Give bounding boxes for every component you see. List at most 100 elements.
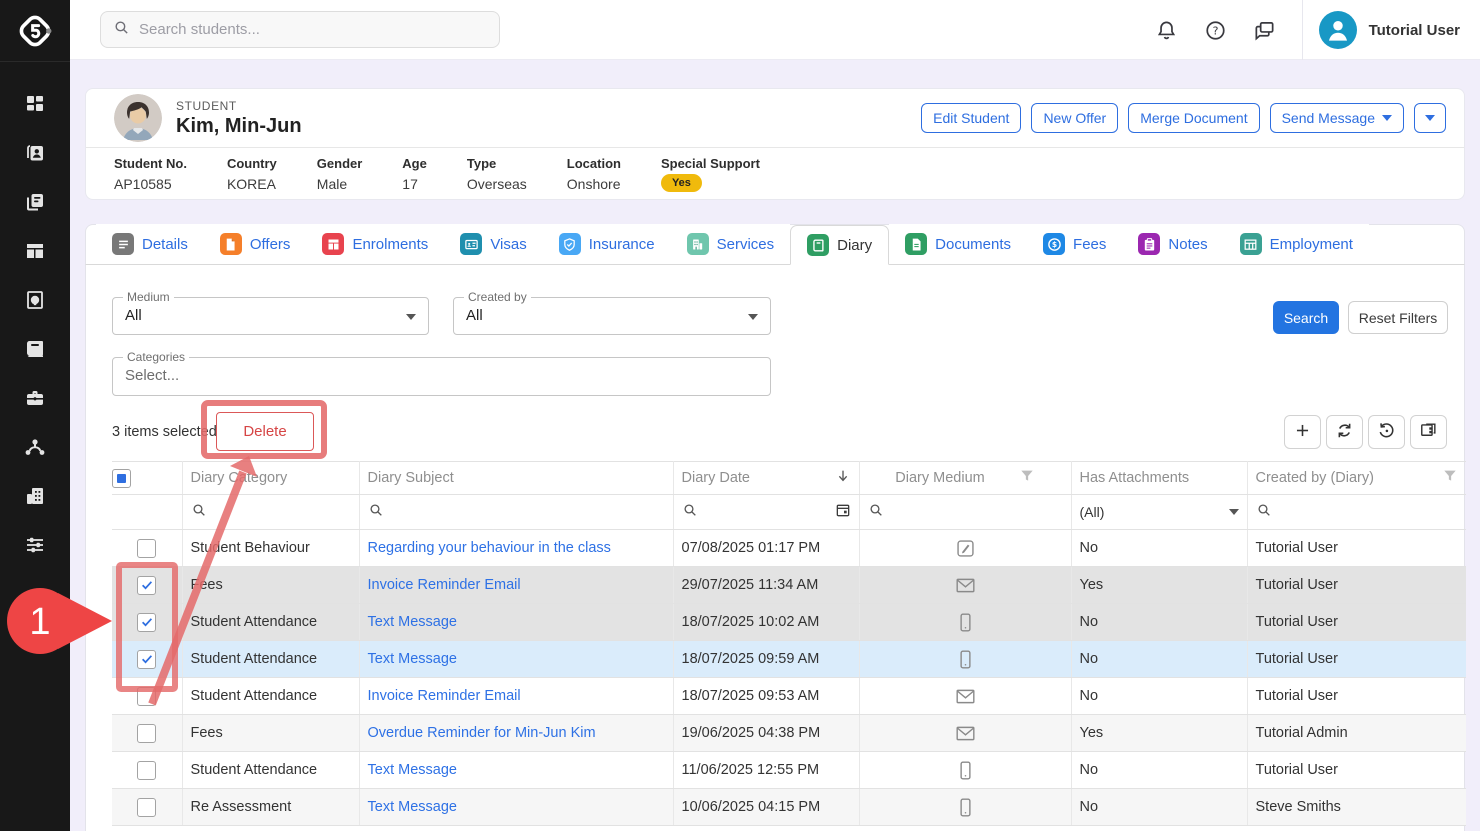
sidebar-item-services[interactable] xyxy=(23,386,47,410)
search-students-input[interactable] xyxy=(139,21,487,38)
filter-has-attachments[interactable]: (All) xyxy=(1071,495,1247,530)
tab-documents[interactable]: Documents xyxy=(889,224,1027,264)
merge-document-button[interactable]: Merge Document xyxy=(1128,103,1259,133)
tab-label: Services xyxy=(717,236,775,253)
more-actions-button[interactable] xyxy=(1414,103,1446,133)
export-button[interactable] xyxy=(1410,415,1447,449)
sidebar-item-dashboard[interactable] xyxy=(23,92,47,116)
column-search-icon[interactable] xyxy=(368,502,384,523)
sms-medium-icon xyxy=(955,760,976,781)
column-search-icon[interactable] xyxy=(1256,502,1272,523)
row-checkbox[interactable] xyxy=(137,650,156,669)
sidebar-item-settings[interactable] xyxy=(23,533,47,557)
column-search-icon[interactable] xyxy=(682,502,698,523)
tab-offers[interactable]: Offers xyxy=(204,224,307,264)
calendar-icon[interactable] xyxy=(835,502,851,523)
edit-student-button[interactable]: Edit Student xyxy=(921,103,1021,133)
row-checkbox[interactable] xyxy=(137,724,156,743)
col-created-by[interactable]: Created by (Diary) xyxy=(1247,462,1466,495)
table-row[interactable]: Student AttendanceText Message18/07/2025… xyxy=(112,604,1466,641)
col-has-attachments[interactable]: Has Attachments xyxy=(1071,462,1247,495)
tab-visas[interactable]: Visas xyxy=(444,224,542,264)
send-message-button[interactable]: Send Message xyxy=(1270,103,1404,133)
select-all-checkbox[interactable] xyxy=(112,469,131,488)
diary-subject-link[interactable]: Invoice Reminder Email xyxy=(368,688,521,704)
tab-services[interactable]: Services xyxy=(671,224,791,264)
sidebar-item-students[interactable] xyxy=(23,141,47,165)
messages-icon[interactable] xyxy=(1253,19,1276,42)
sidebar-item-campuses[interactable] xyxy=(23,484,47,508)
table-row[interactable]: Student BehaviourRegarding your behaviou… xyxy=(112,530,1466,567)
diary-subject-link[interactable]: Text Message xyxy=(368,614,457,630)
filter-created-by[interactable] xyxy=(1247,495,1466,530)
new-offer-button[interactable]: New Offer xyxy=(1031,103,1118,133)
col-diary-medium[interactable]: Diary Medium xyxy=(859,462,1071,495)
filter-funnel-icon[interactable] xyxy=(1019,468,1035,488)
col-diary-date[interactable]: Diary Date xyxy=(673,462,859,495)
search-button[interactable]: Search xyxy=(1273,301,1339,334)
tab-employment[interactable]: Employment xyxy=(1224,224,1369,264)
filter-diary-medium[interactable] xyxy=(859,495,1071,530)
user-avatar[interactable] xyxy=(1319,11,1357,49)
table-row[interactable]: Student AttendanceText Message18/07/2025… xyxy=(112,641,1466,678)
tab-details[interactable]: Details xyxy=(96,224,204,264)
medium-filter-select[interactable]: Medium All xyxy=(112,297,429,335)
filter-diary-subject[interactable] xyxy=(359,495,673,530)
student-label: STUDENT xyxy=(176,99,302,113)
col-diary-subject[interactable]: Diary Subject xyxy=(359,462,673,495)
diary-subject-link[interactable]: Text Message xyxy=(368,762,457,778)
sms-medium-icon xyxy=(955,612,976,633)
diary-subject-link[interactable]: Regarding your behaviour in the class xyxy=(368,540,611,556)
diary-subject-link[interactable]: Invoice Reminder Email xyxy=(368,577,521,593)
tab-diary[interactable]: Diary xyxy=(790,225,889,265)
filter-diary-category[interactable] xyxy=(182,495,359,530)
table-row[interactable]: Re AssessmentText Message10/06/2025 04:1… xyxy=(112,789,1466,826)
history-button[interactable] xyxy=(1368,415,1405,449)
refresh-button[interactable] xyxy=(1326,415,1363,449)
tab-label: Documents xyxy=(935,236,1011,253)
app-logo[interactable] xyxy=(0,0,70,62)
created-by-filter-select[interactable]: Created by All xyxy=(453,297,771,335)
column-search-icon[interactable] xyxy=(868,502,884,523)
student-search[interactable] xyxy=(100,11,500,48)
sidebar-item-fees[interactable]: $ xyxy=(23,288,47,312)
tab-insurance[interactable]: Insurance xyxy=(543,224,671,264)
reset-filters-button[interactable]: Reset Filters xyxy=(1348,301,1448,334)
row-checkbox[interactable] xyxy=(137,613,156,632)
column-search-icon[interactable] xyxy=(191,502,207,523)
row-checkbox[interactable] xyxy=(137,539,156,558)
table-row[interactable]: Student AttendanceInvoice Reminder Email… xyxy=(112,678,1466,715)
diary-subject-link[interactable]: Overdue Reminder for Min-Jun Kim xyxy=(368,725,596,741)
filter-funnel-icon[interactable] xyxy=(1442,468,1458,488)
tab-fees[interactable]: $Fees xyxy=(1027,224,1122,264)
medium-filter-label: Medium xyxy=(123,290,174,304)
table-row[interactable]: FeesInvoice Reminder Email29/07/2025 11:… xyxy=(112,567,1466,604)
sidebar-item-agents[interactable] xyxy=(23,435,47,459)
svg-text:$: $ xyxy=(1051,240,1056,249)
chevron-down-icon xyxy=(406,314,416,320)
diary-subject-link[interactable]: Text Message xyxy=(368,799,457,815)
row-checkbox[interactable] xyxy=(137,576,156,595)
row-checkbox[interactable] xyxy=(137,761,156,780)
categories-filter-select[interactable]: Categories Select... xyxy=(112,357,771,396)
diary-subject-link[interactable]: Text Message xyxy=(368,651,457,667)
add-button[interactable] xyxy=(1284,415,1321,449)
tab-enrolments[interactable]: Enrolments xyxy=(306,224,444,264)
sidebar-item-enrolments[interactable] xyxy=(23,239,47,263)
tab-notes[interactable]: Notes xyxy=(1122,224,1223,264)
delete-button[interactable]: Delete xyxy=(216,412,314,451)
row-checkbox[interactable] xyxy=(137,798,156,817)
help-icon[interactable]: ? xyxy=(1204,19,1227,42)
sms-medium-icon xyxy=(955,797,976,818)
table-row[interactable]: FeesOverdue Reminder for Min-Jun Kim19/0… xyxy=(112,715,1466,752)
sidebar-item-offers[interactable] xyxy=(23,190,47,214)
row-checkbox[interactable] xyxy=(137,687,156,706)
sidebar-item-courses[interactable] xyxy=(23,337,47,361)
notifications-icon[interactable] xyxy=(1155,19,1178,42)
col-diary-category[interactable]: Diary Category xyxy=(182,462,359,495)
user-name[interactable]: Tutorial User xyxy=(1369,22,1460,39)
table-row[interactable]: Student AttendanceText Message11/06/2025… xyxy=(112,752,1466,789)
cell-diary-category: Re Assessment xyxy=(182,789,359,826)
cell-diary-date: 19/06/2025 04:38 PM xyxy=(673,715,859,752)
filter-diary-date[interactable] xyxy=(673,495,859,530)
